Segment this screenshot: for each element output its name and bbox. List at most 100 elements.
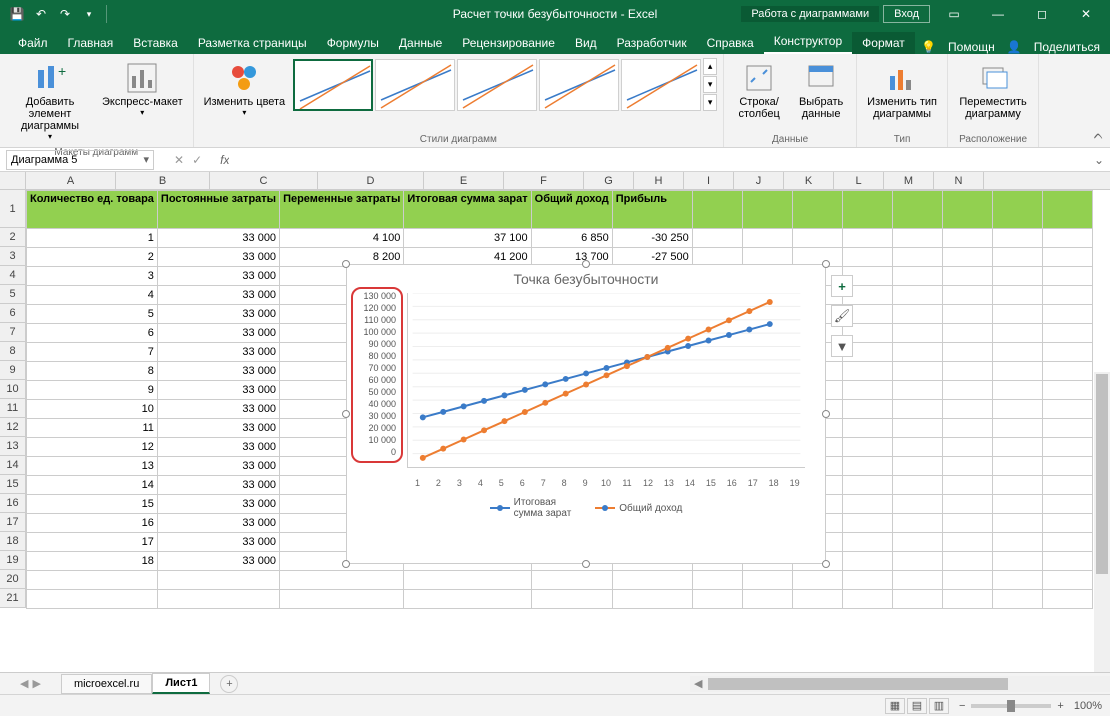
row-header-16[interactable]: 16: [0, 494, 26, 513]
chart-elements-button[interactable]: +: [831, 275, 853, 297]
row-header-2[interactable]: 2: [0, 228, 26, 247]
expand-formula-icon[interactable]: ⌄: [1088, 153, 1110, 167]
share-icon[interactable]: 👤: [1007, 40, 1022, 54]
chart-plot-area[interactable]: 130 000120 000110 000100 00090 00080 000…: [407, 293, 805, 493]
tab-chart-format[interactable]: Формат: [852, 32, 915, 54]
col-header-M[interactable]: M: [884, 172, 934, 189]
horizontal-scrollbar[interactable]: ◀: [690, 676, 1110, 692]
tab-review[interactable]: Рецензирование: [452, 32, 565, 54]
zoom-slider[interactable]: − +: [959, 700, 1064, 712]
change-colors-button[interactable]: Изменить цвета ▾: [200, 58, 289, 121]
chart-style-5[interactable]: [621, 59, 701, 111]
qat-customize-icon[interactable]: ▾: [78, 3, 100, 25]
minimize-icon[interactable]: —: [978, 0, 1018, 28]
tab-file[interactable]: Файл: [8, 32, 58, 54]
quick-layout-button[interactable]: Экспресс-макет ▾: [98, 58, 187, 121]
chart-title[interactable]: Точка безубыточности: [347, 265, 825, 293]
chart-filters-button[interactable]: ▼: [831, 335, 853, 357]
row-header-14[interactable]: 14: [0, 456, 26, 475]
row-header-19[interactable]: 19: [0, 551, 26, 570]
chart-style-3[interactable]: [457, 59, 537, 111]
name-box[interactable]: Диаграмма 5 ▾: [6, 150, 154, 170]
page-layout-view-icon[interactable]: ▤: [907, 698, 927, 714]
enter-formula-icon[interactable]: ✓: [192, 153, 202, 167]
move-chart-button[interactable]: Переместить диаграмму: [954, 58, 1032, 124]
redo-icon[interactable]: ↷: [54, 3, 76, 25]
row-header-21[interactable]: 21: [0, 589, 26, 608]
col-header-L[interactable]: L: [834, 172, 884, 189]
col-header-K[interactable]: K: [784, 172, 834, 189]
maximize-icon[interactable]: ◻: [1022, 0, 1062, 28]
tab-page-layout[interactable]: Разметка страницы: [188, 32, 317, 54]
ribbon-display-options-icon[interactable]: ▭: [934, 0, 974, 28]
row-header-6[interactable]: 6: [0, 304, 26, 323]
chart-legend[interactable]: .legend-mark:nth-child(1)::after{backgro…: [347, 493, 825, 523]
fx-icon[interactable]: fx: [220, 153, 229, 167]
close-icon[interactable]: ✕: [1066, 0, 1106, 28]
row-header-1[interactable]: 1: [0, 190, 26, 228]
embedded-chart[interactable]: Точка безубыточности 130 000120 000110 0…: [346, 264, 826, 564]
chart-style-1[interactable]: [293, 59, 373, 111]
col-header-J[interactable]: J: [734, 172, 784, 189]
name-box-dropdown-icon[interactable]: ▾: [143, 153, 149, 166]
tab-chart-design[interactable]: Конструктор: [764, 30, 852, 54]
chart-styles-button[interactable]: 🖌: [831, 305, 853, 327]
login-button[interactable]: Вход: [883, 5, 930, 23]
tab-insert[interactable]: Вставка: [123, 32, 188, 54]
collapse-ribbon-icon[interactable]: ᨈ: [1094, 128, 1104, 143]
row-header-7[interactable]: 7: [0, 323, 26, 342]
add-chart-element-button[interactable]: + Добавить элемент диаграммы ▾: [6, 58, 94, 145]
tab-view[interactable]: Вид: [565, 32, 607, 54]
normal-view-icon[interactable]: ▦: [885, 698, 905, 714]
col-header-B[interactable]: B: [116, 172, 210, 189]
row-header-5[interactable]: 5: [0, 285, 26, 304]
zoom-in-icon[interactable]: +: [1057, 700, 1063, 712]
row-header-10[interactable]: 10: [0, 380, 26, 399]
col-header-A[interactable]: A: [26, 172, 116, 189]
row-header-12[interactable]: 12: [0, 418, 26, 437]
vertical-scrollbar[interactable]: [1094, 372, 1110, 672]
row-header-20[interactable]: 20: [0, 570, 26, 589]
chart-style-2[interactable]: [375, 59, 455, 111]
row-header-13[interactable]: 13: [0, 437, 26, 456]
add-sheet-button[interactable]: +: [220, 675, 238, 693]
gallery-up-icon[interactable]: ▴: [703, 58, 717, 75]
cancel-formula-icon[interactable]: ✕: [174, 153, 184, 167]
switch-row-column-button[interactable]: Строка/столбец: [730, 58, 788, 124]
select-all-corner[interactable]: [0, 172, 26, 189]
col-header-C[interactable]: C: [210, 172, 318, 189]
sheet-nav-prev-icon[interactable]: ◀: [20, 677, 28, 690]
sheet-tab-1[interactable]: microexcel.ru: [61, 674, 152, 694]
tab-formulas[interactable]: Формулы: [317, 32, 389, 54]
sheet-nav-next-icon[interactable]: ▶: [32, 677, 40, 690]
col-header-E[interactable]: E: [424, 172, 504, 189]
row-header-4[interactable]: 4: [0, 266, 26, 285]
row-header-8[interactable]: 8: [0, 342, 26, 361]
col-header-F[interactable]: F: [504, 172, 584, 189]
select-data-button[interactable]: Выбрать данные: [792, 58, 850, 124]
chart-style-4[interactable]: [539, 59, 619, 111]
col-header-G[interactable]: G: [584, 172, 634, 189]
col-header-N[interactable]: N: [934, 172, 984, 189]
tell-me-button[interactable]: Помощн: [948, 40, 995, 54]
gallery-more-icon[interactable]: ▾: [703, 94, 717, 111]
y-axis-selected[interactable]: 130 000120 000110 000100 00090 00080 000…: [351, 287, 403, 463]
gallery-down-icon[interactable]: ▾: [703, 76, 717, 93]
tab-help[interactable]: Справка: [697, 32, 764, 54]
row-header-9[interactable]: 9: [0, 361, 26, 380]
tab-data[interactable]: Данные: [389, 32, 452, 54]
col-header-D[interactable]: D: [318, 172, 424, 189]
page-break-view-icon[interactable]: ▥: [929, 698, 949, 714]
sheet-tab-2[interactable]: Лист1: [152, 673, 210, 694]
tell-me-icon[interactable]: 💡: [921, 40, 936, 54]
formula-input[interactable]: [229, 150, 1087, 170]
zoom-level[interactable]: 100%: [1074, 700, 1102, 712]
row-header-3[interactable]: 3: [0, 247, 26, 266]
row-header-18[interactable]: 18: [0, 532, 26, 551]
zoom-out-icon[interactable]: −: [959, 700, 965, 712]
row-header-15[interactable]: 15: [0, 475, 26, 494]
row-header-17[interactable]: 17: [0, 513, 26, 532]
row-header-11[interactable]: 11: [0, 399, 26, 418]
col-header-I[interactable]: I: [684, 172, 734, 189]
change-chart-type-button[interactable]: Изменить тип диаграммы: [863, 58, 941, 124]
